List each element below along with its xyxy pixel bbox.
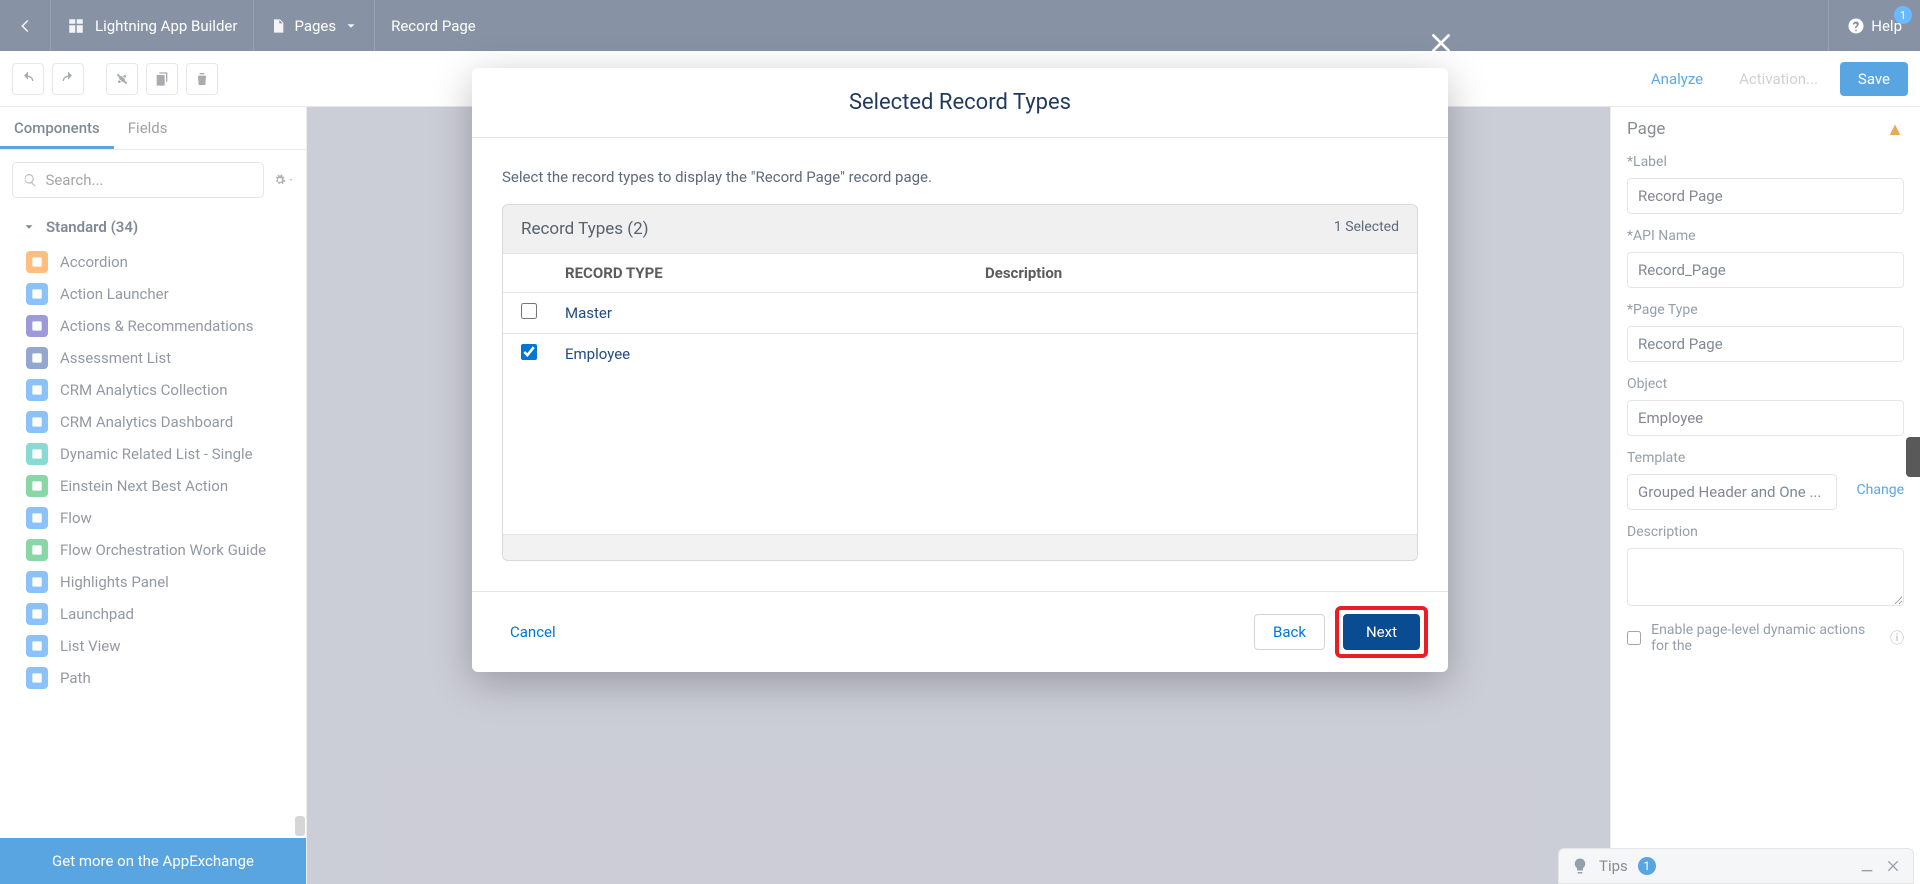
next-highlight: Next <box>1335 606 1428 658</box>
modal-instruction: Select the record types to display the "… <box>502 168 1418 186</box>
record-type-checkbox[interactable] <box>521 344 537 360</box>
next-button[interactable]: Next <box>1343 614 1420 650</box>
cancel-button[interactable]: Cancel <box>492 615 574 649</box>
record-type-name: Master <box>565 304 985 322</box>
rt-title: Record Types (2) <box>521 219 649 239</box>
modal-close-button[interactable] <box>1428 30 1454 60</box>
record-type-row[interactable]: Master <box>503 292 1417 333</box>
record-type-checkbox[interactable] <box>521 303 537 319</box>
record-type-name: Employee <box>565 345 985 363</box>
record-type-row[interactable]: Employee <box>503 333 1417 374</box>
col-description: Description <box>985 264 1399 282</box>
close-icon <box>1428 30 1454 56</box>
rt-selected-count: 1 Selected <box>1334 219 1399 239</box>
record-type-table: Record Types (2) 1 Selected RECORD TYPE … <box>502 204 1418 561</box>
modal: Selected Record Types Select the record … <box>472 68 1448 672</box>
modal-title: Selected Record Types <box>472 68 1448 137</box>
col-record-type: RECORD TYPE <box>565 264 985 282</box>
modal-footer: Cancel Back Next <box>472 591 1448 672</box>
back-button[interactable]: Back <box>1254 614 1325 650</box>
modal-wrap: Selected Record Types Select the record … <box>0 0 1920 884</box>
